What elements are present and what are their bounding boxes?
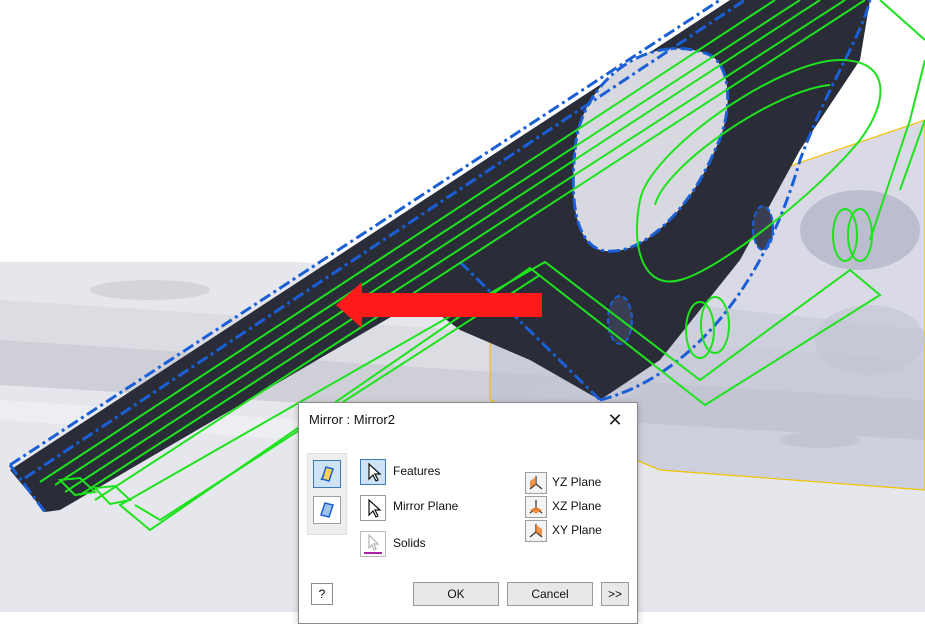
mirror-features-icon — [320, 466, 334, 482]
yz-plane-label: YZ Plane — [552, 475, 602, 489]
mirror-plane-label: Mirror Plane — [393, 499, 459, 513]
close-button[interactable]: ✕ — [601, 407, 629, 433]
yz-plane-button[interactable] — [525, 472, 547, 494]
select-arrow-icon — [368, 498, 382, 518]
mirror-dialog: Mirror : Mirror2 ✕ Features Mirror Plane — [298, 402, 638, 624]
mirror-features-type-button[interactable] — [313, 460, 341, 488]
xz-plane-button[interactable] — [525, 496, 547, 518]
cancel-button[interactable]: Cancel — [507, 582, 593, 606]
features-label: Features — [393, 464, 441, 478]
mirror-type-group — [307, 453, 347, 535]
more-button[interactable]: >> — [601, 582, 629, 606]
rail-slot — [90, 280, 210, 300]
xz-plane-icon — [529, 500, 543, 514]
mirror-solids-type-button[interactable] — [313, 496, 341, 524]
help-icon: ? — [318, 587, 326, 601]
xy-plane-button[interactable] — [525, 520, 547, 542]
help-button[interactable]: ? — [311, 583, 333, 605]
solids-label: Solids — [393, 536, 426, 550]
background-hub — [815, 305, 925, 375]
select-arrow-disabled-icon — [364, 533, 382, 554]
mirror-solids-icon — [320, 502, 334, 518]
dialog-title: Mirror : Mirror2 — [309, 412, 395, 427]
mirror-plane-select-button[interactable] — [360, 495, 386, 521]
solids-select-button[interactable] — [360, 531, 386, 557]
yz-plane-icon — [529, 476, 543, 490]
select-arrow-icon — [368, 462, 382, 482]
xz-plane-label: XZ Plane — [552, 499, 602, 513]
ok-button[interactable]: OK — [413, 582, 499, 606]
dialog-titlebar[interactable]: Mirror : Mirror2 ✕ — [299, 403, 637, 437]
xy-plane-label: XY Plane — [552, 523, 602, 537]
xy-plane-icon — [529, 524, 543, 538]
background-hub — [800, 190, 920, 270]
features-select-button[interactable] — [360, 459, 386, 485]
